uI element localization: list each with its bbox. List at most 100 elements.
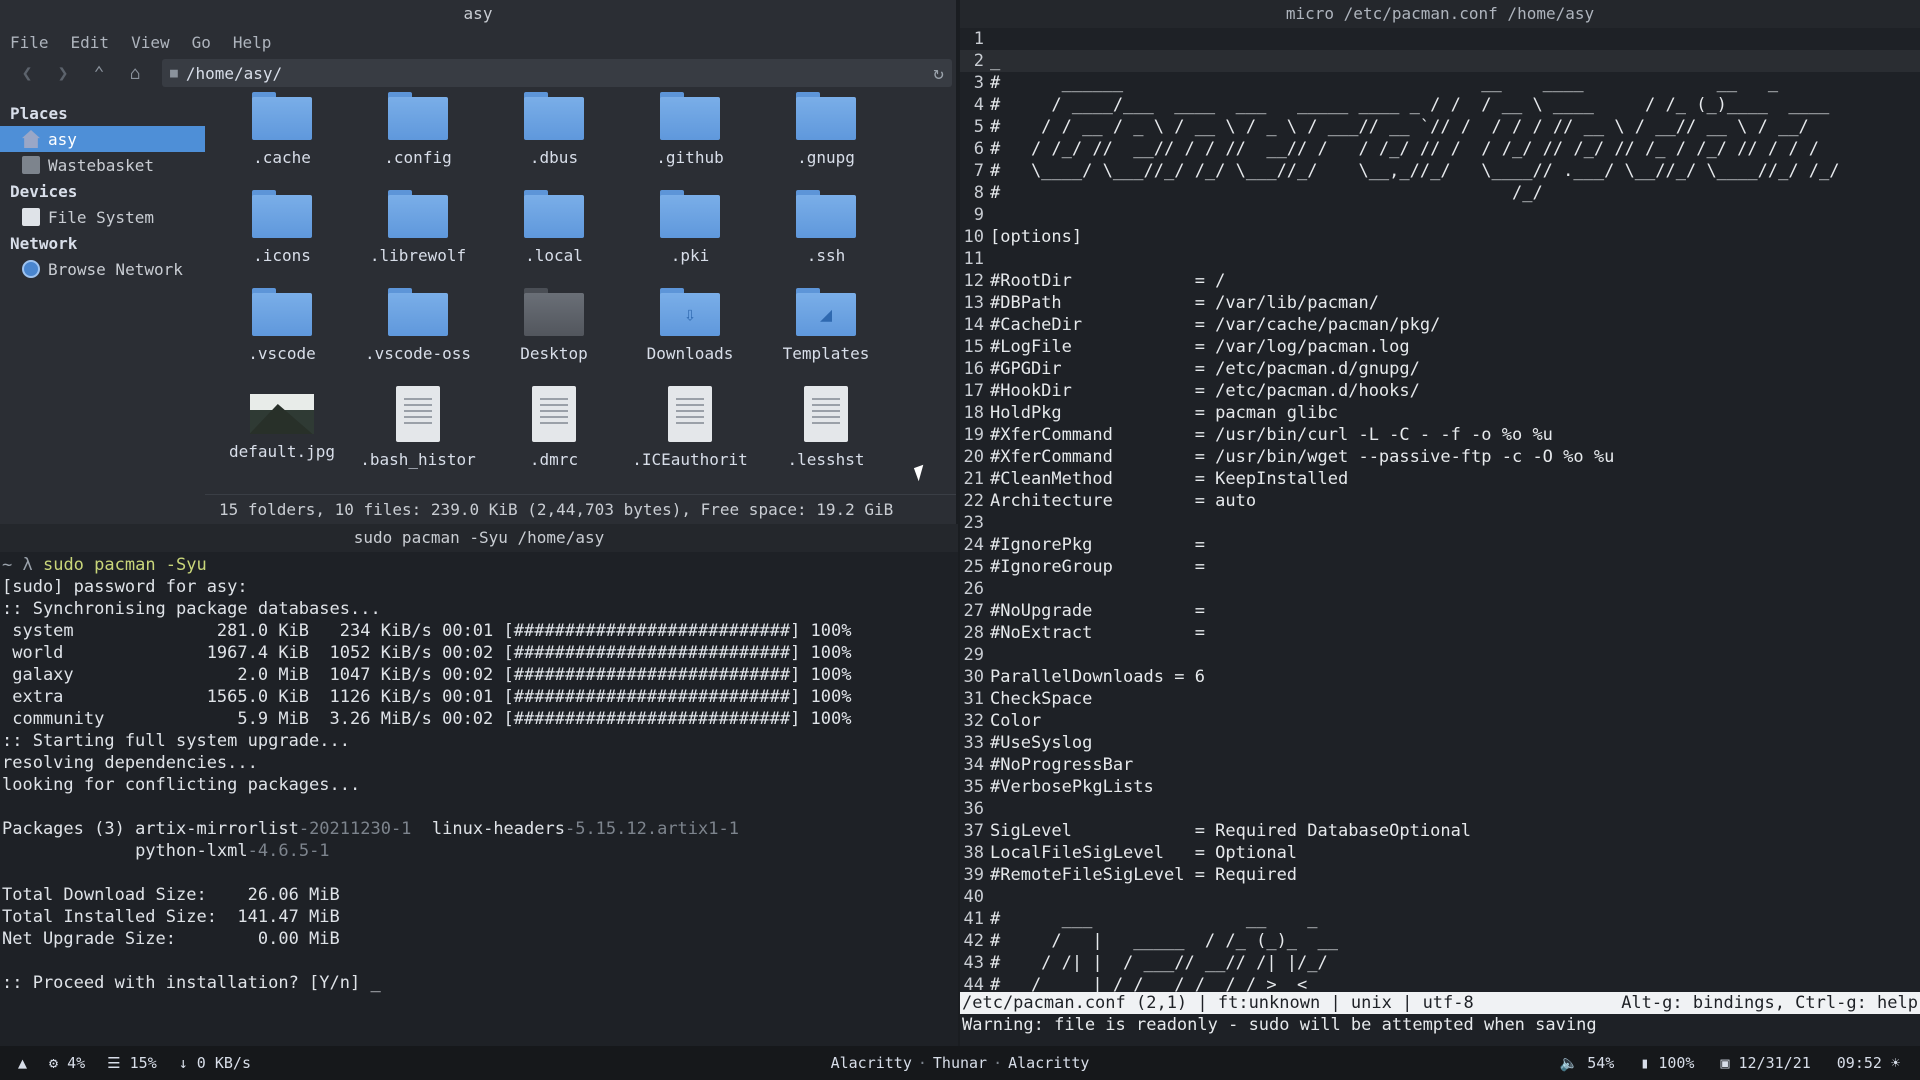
- editor-line[interactable]: 11: [960, 248, 1920, 270]
- editor-line[interactable]: 18 HoldPkg = pacman glibc: [960, 402, 1920, 424]
- file-item[interactable]: .dmrc: [494, 386, 614, 469]
- file-item[interactable]: .pki: [630, 190, 750, 265]
- file-item[interactable]: .github: [630, 92, 750, 167]
- file-item[interactable]: .cache: [222, 92, 342, 167]
- editor-line[interactable]: 42 # / | _____ / /_ (_)_ __: [960, 930, 1920, 952]
- file-item[interactable]: .vscode-oss: [358, 288, 478, 363]
- file-item[interactable]: ⇩ Downloads: [630, 288, 750, 363]
- editor-line[interactable]: 14 #CacheDir = /var/cache/pacman/pkg/: [960, 314, 1920, 336]
- editor-line[interactable]: 12 #RootDir = /: [960, 270, 1920, 292]
- downloads-folder-icon: ⇩: [660, 288, 720, 336]
- taskbar-item[interactable]: Alacritty: [831, 1054, 912, 1072]
- editor-line[interactable]: 24 #IgnorePkg =: [960, 534, 1920, 556]
- file-item[interactable]: .bash_histor: [358, 386, 478, 469]
- sidebar-item-asy[interactable]: asy: [0, 126, 205, 152]
- folder-icon: [660, 190, 720, 238]
- calendar-icon: ▣: [1720, 1054, 1730, 1072]
- line-number: 39: [963, 865, 984, 885]
- editor-line[interactable]: 29: [960, 644, 1920, 666]
- file-item[interactable]: default.jpg: [222, 386, 342, 461]
- taskbar-item[interactable]: Alacritty: [1008, 1054, 1089, 1072]
- file-label: .vscode-oss: [365, 344, 471, 363]
- editor-line[interactable]: 35 #VerbosePkgLists: [960, 776, 1920, 798]
- sidebar-item-file-system[interactable]: File System: [0, 204, 205, 230]
- line-number: 3: [973, 73, 984, 93]
- file-item[interactable]: .local: [494, 190, 614, 265]
- editor-line[interactable]: 32 Color: [960, 710, 1920, 732]
- separator: ·: [993, 1054, 1003, 1072]
- sidebar-item-browse-network[interactable]: Browse Network: [0, 256, 205, 282]
- editor-line[interactable]: 25 #IgnoreGroup =: [960, 556, 1920, 578]
- menu-file[interactable]: File: [10, 33, 49, 52]
- editor-line[interactable]: 17 #HookDir = /etc/pacman.d/hooks/: [960, 380, 1920, 402]
- editor-line[interactable]: 9: [960, 204, 1920, 226]
- file-item[interactable]: .icons: [222, 190, 342, 265]
- file-item[interactable]: ◢ Templates: [766, 288, 886, 363]
- location-bar[interactable]: ■ /home/asy/ ↻: [162, 59, 952, 87]
- editor-line[interactable]: 22 Architecture = auto: [960, 490, 1920, 512]
- editor-line[interactable]: 2 _: [960, 50, 1920, 72]
- menu-edit[interactable]: Edit: [71, 33, 110, 52]
- editor-line[interactable]: 3 # ______ __ ____ __ _: [960, 72, 1920, 94]
- forward-button[interactable]: ❯: [48, 58, 78, 88]
- editor-line[interactable]: 41 # ___ __ _: [960, 908, 1920, 930]
- file-item[interactable]: .dbus: [494, 92, 614, 167]
- menu-view[interactable]: View: [131, 33, 170, 52]
- file-label: default.jpg: [229, 442, 335, 461]
- editor-line[interactable]: 19 #XferCommand = /usr/bin/curl -L -C - -…: [960, 424, 1920, 446]
- editor-line[interactable]: 4 # / ____/___ ____ ___ _____ ____ _ / / …: [960, 94, 1920, 116]
- editor-line[interactable]: 21 #CleanMethod = KeepInstalled: [960, 468, 1920, 490]
- editor-line[interactable]: 8 # /_/: [960, 182, 1920, 204]
- file-item[interactable]: .gnupg: [766, 92, 886, 167]
- editor-window[interactable]: micro /etc/pacman.conf /home/asy 1 2 _ 3 # _…: [960, 0, 1920, 1046]
- file-item[interactable]: .config: [358, 92, 478, 167]
- launcher-icon[interactable]: ▲: [18, 1054, 27, 1072]
- editor-line[interactable]: 13 #DBPath = /var/lib/pacman/: [960, 292, 1920, 314]
- home-button[interactable]: ⌂: [120, 58, 150, 88]
- editor-line[interactable]: 20 #XferCommand = /usr/bin/wget --passive…: [960, 446, 1920, 468]
- terminal-line: :: Proceed with installation? [Y/n] _: [2, 973, 381, 993]
- reload-icon[interactable]: ↻: [933, 63, 944, 84]
- file-label: .dmrc: [529, 450, 579, 469]
- editor-line[interactable]: 27 #NoUpgrade =: [960, 600, 1920, 622]
- editor-line[interactable]: 43 # / /| | / ___// __// /| |/_/: [960, 952, 1920, 974]
- editor-line[interactable]: 6 # / /_/ // __// / / // __// / / /_/ // …: [960, 138, 1920, 160]
- editor-line[interactable]: 31 CheckSpace: [960, 688, 1920, 710]
- file-item[interactable]: .vscode: [222, 288, 342, 363]
- file-item[interactable]: .ssh: [766, 190, 886, 265]
- up-button[interactable]: ⌃: [84, 58, 114, 88]
- editor-line[interactable]: 33 #UseSyslog: [960, 732, 1920, 754]
- chevron-left-icon: ❮: [21, 62, 33, 84]
- editor-line[interactable]: 28 #NoExtract =: [960, 622, 1920, 644]
- editor-line[interactable]: 10 [options]: [960, 226, 1920, 248]
- editor-line[interactable]: 38 LocalFileSigLevel = Optional: [960, 842, 1920, 864]
- back-button[interactable]: ❮: [12, 58, 42, 88]
- file-item[interactable]: Desktop: [494, 288, 614, 363]
- editor-line[interactable]: 40: [960, 886, 1920, 908]
- editor-line[interactable]: 36: [960, 798, 1920, 820]
- editor-line[interactable]: 23: [960, 512, 1920, 534]
- editor-line[interactable]: 34 #NoProgressBar: [960, 754, 1920, 776]
- terminal-line: :: Synchronising package databases...: [2, 599, 381, 619]
- file-item[interactable]: .librewolf: [358, 190, 478, 265]
- file-item[interactable]: .lesshst: [766, 386, 886, 469]
- menu-help[interactable]: Help: [233, 33, 272, 52]
- file-item[interactable]: .ICEauthorit: [630, 386, 750, 469]
- editor-line[interactable]: 1: [960, 28, 1920, 50]
- toolbar: ❮ ❯ ⌃ ⌂ ■ /home/asy/ ↻: [0, 56, 956, 90]
- editor-line[interactable]: 16 #GPGDir = /etc/pacman.d/gnupg/: [960, 358, 1920, 380]
- taskbar-item[interactable]: Thunar: [933, 1054, 987, 1072]
- editor-line[interactable]: 7 # \____/ \___//_/ /_/ \___//_/ \__,_//_…: [960, 160, 1920, 182]
- editor-line[interactable]: 37 SigLevel = Required DatabaseOptional: [960, 820, 1920, 842]
- editor-line[interactable]: 39 #RemoteFileSigLevel = Required: [960, 864, 1920, 886]
- sidebar-item-wastebasket[interactable]: Wastebasket: [0, 152, 205, 178]
- terminal-window[interactable]: sudo pacman -Syu /home/asy ~ λ sudo pacm…: [0, 524, 958, 1046]
- editor-text-area[interactable]: 1 2 _ 3 # ______ __ ____ __ _ 4 # / ____/___ …: [960, 28, 1920, 992]
- editor-line[interactable]: 30 ParallelDownloads = 6: [960, 666, 1920, 688]
- editor-line[interactable]: 44 # / ___ | / / / /_ / /_> <: [960, 974, 1920, 992]
- editor-line[interactable]: 15 #LogFile = /var/log/pacman.log: [960, 336, 1920, 358]
- editor-line[interactable]: 5 # / / __ / _ \ / __ \ / _ \ / ___// __ …: [960, 116, 1920, 138]
- editor-line[interactable]: 26: [960, 578, 1920, 600]
- menu-go[interactable]: Go: [192, 33, 211, 52]
- volume-indicator[interactable]: 🔈 54%: [1559, 1054, 1614, 1072]
